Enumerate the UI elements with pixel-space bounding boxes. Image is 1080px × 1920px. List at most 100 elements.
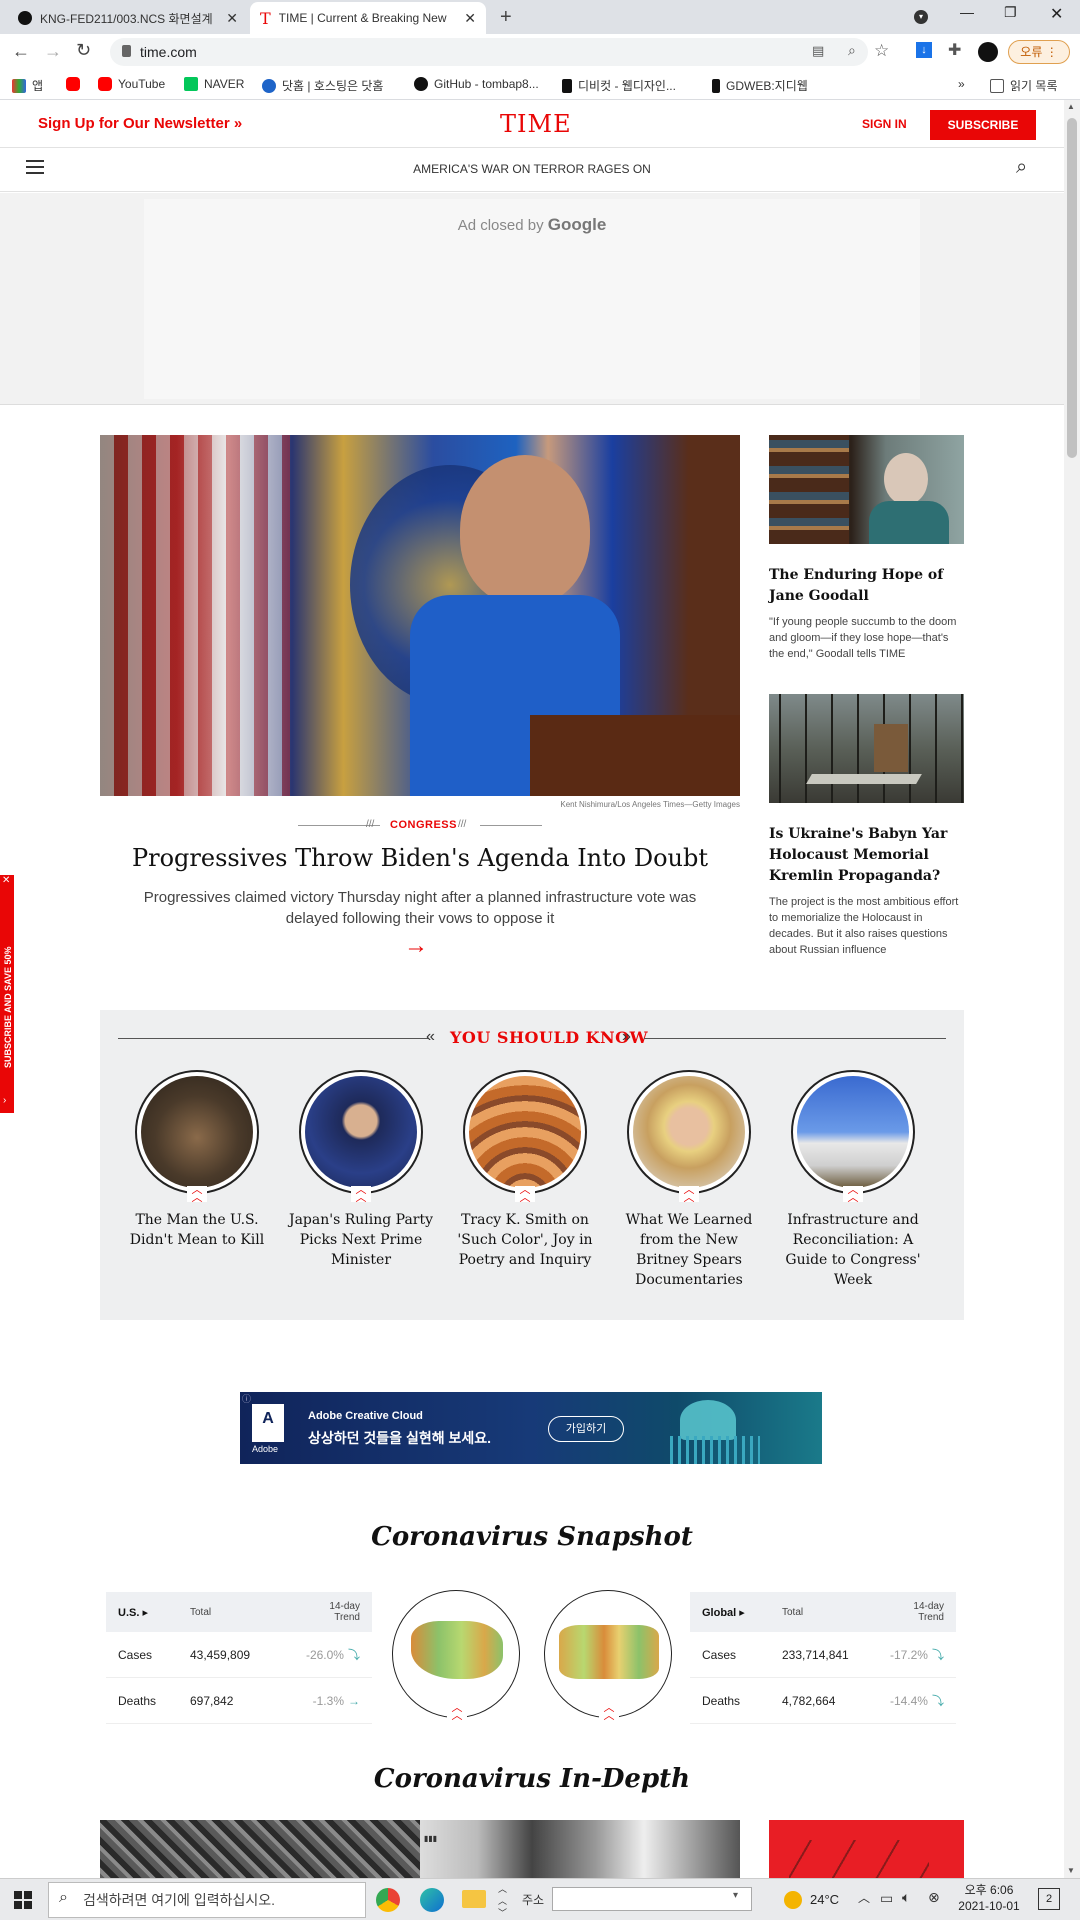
- newsletter-link[interactable]: Sign Up for Our Newsletter »: [38, 115, 242, 132]
- close-icon[interactable]: ✕: [2, 875, 10, 886]
- window-close-icon[interactable]: ✕: [1050, 4, 1063, 24]
- taskbar-scroll-icon[interactable]: ︿ ︿ ﹀: [498, 1883, 507, 1919]
- ad-info-icon[interactable]: ⓘ: [242, 1392, 251, 1405]
- story-thumbnail[interactable]: [627, 1070, 751, 1194]
- windows-taskbar: ⌕ 검색하려면 여기에 입력하십시오. ︿ ︿ ﹀ 주소 ▾ 24°C ︿ ▭ 🔈︎…: [0, 1878, 1080, 1920]
- bookmark-naver[interactable]: NAVER: [184, 77, 244, 91]
- bookmarks-overflow[interactable]: »: [958, 77, 965, 91]
- story-thumbnail[interactable]: [135, 1070, 259, 1194]
- bookmark-apps[interactable]: 앱: [12, 77, 43, 94]
- weather-temp[interactable]: 24°C: [810, 1892, 839, 1907]
- browser-tab-bar: KNG-FED211/003.NCS 화면설계 ✕ T TIME | Curre…: [0, 0, 1080, 34]
- tab-search-icon[interactable]: ▾: [914, 10, 928, 24]
- page-scrollbar[interactable]: ▲ ▼: [1064, 100, 1080, 1878]
- world-map-thumbnail[interactable]: [544, 1590, 672, 1718]
- sign-in-link[interactable]: SIGN IN: [862, 117, 907, 131]
- browser-tab-github[interactable]: KNG-FED211/003.NCS 화면설계 ✕: [8, 2, 248, 34]
- address-bar[interactable]: time.com ▤ ⌕: [110, 38, 868, 66]
- minimize-icon[interactable]: —: [960, 4, 974, 20]
- story-title[interactable]: The Man the U.S. Didn't Mean to Kill: [122, 1210, 272, 1250]
- subscribe-side-tab[interactable]: ✕ SUBSCRIBE AND SAVE 50% ›: [0, 875, 14, 1113]
- indepth-image[interactable]: [100, 1820, 420, 1878]
- indepth-image[interactable]: [769, 1820, 964, 1878]
- ad-cta-button[interactable]: 가입하기: [548, 1416, 624, 1442]
- story-thumbnail[interactable]: [791, 1070, 915, 1194]
- subscribe-button[interactable]: SUBSCRIBE: [930, 110, 1036, 140]
- us-link[interactable]: U.S. ▸: [118, 1606, 190, 1619]
- translate-icon[interactable]: ▤: [812, 43, 824, 59]
- us-map-thumbnail[interactable]: [392, 1590, 520, 1718]
- scroll-up-icon[interactable]: ▲: [1067, 102, 1075, 111]
- weather-sun-icon[interactable]: [784, 1891, 802, 1909]
- hero-image[interactable]: [100, 435, 740, 796]
- side-story-image[interactable]: [769, 435, 964, 544]
- search-icon[interactable]: ⌕: [1016, 156, 1027, 179]
- zoom-icon[interactable]: ⌕: [848, 42, 856, 59]
- close-tab-icon[interactable]: ✕: [464, 10, 476, 27]
- side-story-desc: "If young people succumb to the doom and…: [769, 616, 957, 660]
- clock[interactable]: 오후 6:06 2021-10-01: [954, 1882, 1024, 1914]
- bookmark-label: NAVER: [204, 77, 245, 91]
- time-logo[interactable]: TIME: [500, 110, 572, 138]
- story-title[interactable]: Tracy K. Smith on 'Such Color', Joy in P…: [450, 1210, 600, 1270]
- error-button[interactable]: 오류 ⋮: [1008, 40, 1070, 64]
- story-thumbnail[interactable]: [463, 1070, 587, 1194]
- taskbar-search-placeholder: 검색하려면 여기에 입력하십시오.: [83, 1892, 275, 1908]
- scroll-down-icon[interactable]: ▼: [1067, 1866, 1075, 1875]
- global-link[interactable]: Global ▸: [702, 1606, 782, 1619]
- tray-chevron-up-icon[interactable]: ︿: [858, 1889, 870, 1906]
- network-icon[interactable]: ▭: [880, 1890, 893, 1907]
- bookmark-dothome[interactable]: 닷홈 | 호스팅은 닷홈: [262, 77, 383, 94]
- chevron-down-icon[interactable]: ▾: [733, 1890, 738, 1901]
- youtube-icon: [98, 77, 112, 91]
- bookmark-gdweb[interactable]: GDWEB:지디웹: [712, 77, 808, 94]
- divider: [480, 825, 542, 826]
- table-header: Global ▸ Total 14-day Trend: [690, 1592, 956, 1632]
- chrome-icon[interactable]: [376, 1888, 400, 1912]
- bookmark-dbcut[interactable]: 디비컷 - 웹디자인...: [562, 77, 676, 94]
- address-toolbar-input[interactable]: ▾: [552, 1887, 752, 1911]
- extensions-icon[interactable]: ✚: [948, 40, 961, 60]
- bookmark-youtube-icon-only[interactable]: [66, 77, 86, 91]
- hero-headline[interactable]: Progressives Throw Biden's Agenda Into D…: [100, 842, 740, 874]
- table-region-label: U.S.: [118, 1606, 140, 1619]
- close-circle-icon[interactable]: ⊗: [928, 1889, 940, 1906]
- browser-tab-time[interactable]: T TIME | Current & Breaking New ✕: [250, 2, 486, 34]
- side-story-title[interactable]: Is Ukraine's Babyn Yar Holocaust Memoria…: [769, 824, 964, 887]
- reload-icon[interactable]: ↻: [76, 40, 91, 61]
- ticker-headline[interactable]: AMERICA'S WAR ON TERROR RAGES ON: [0, 162, 1064, 176]
- file-explorer-icon[interactable]: [462, 1890, 486, 1908]
- table-region-label: Global: [702, 1606, 737, 1619]
- notification-center-icon[interactable]: 2: [1038, 1888, 1060, 1910]
- back-icon[interactable]: ←: [12, 41, 30, 62]
- bookmark-github[interactable]: GitHub - tombap8...: [414, 77, 539, 91]
- new-tab-icon[interactable]: +: [500, 6, 512, 29]
- edge-icon[interactable]: [420, 1888, 444, 1912]
- story-title[interactable]: Infrastructure and Reconciliation: A Gui…: [778, 1210, 928, 1290]
- windows-start-icon[interactable]: [14, 1891, 32, 1909]
- arrow-right-icon[interactable]: →: [404, 932, 428, 960]
- side-story-image[interactable]: [769, 694, 964, 803]
- taskbar-search-box[interactable]: ⌕ 검색하려면 여기에 입력하십시오.: [48, 1882, 366, 1918]
- trend-down-icon: ⤵: [931, 1648, 944, 1662]
- download-extension-icon[interactable]: ↓: [916, 42, 932, 58]
- story-title[interactable]: Japan's Ruling Party Picks Next Prime Mi…: [286, 1210, 436, 1270]
- tree-trunks-pattern: [769, 694, 964, 803]
- bookmark-star-icon[interactable]: ☆: [874, 41, 889, 61]
- profile-avatar[interactable]: [978, 42, 998, 62]
- bookmark-youtube[interactable]: YouTube: [98, 77, 165, 91]
- scrollbar-thumb[interactable]: [1067, 118, 1077, 458]
- reading-list[interactable]: 읽기 목록: [990, 77, 1058, 94]
- restore-icon[interactable]: ❐: [1004, 4, 1017, 21]
- double-chevron-up-icon: ︿ ︿: [843, 1185, 863, 1204]
- story-thumbnail[interactable]: [299, 1070, 423, 1194]
- forward-icon[interactable]: →: [44, 41, 62, 62]
- volume-muted-icon[interactable]: 🔈︎: [902, 1889, 910, 1906]
- section-label[interactable]: CONGRESS: [390, 819, 457, 831]
- adobe-ad-banner[interactable]: A Adobe Adobe Creative Cloud 상상하던 것들을 실현…: [240, 1392, 822, 1464]
- indepth-image[interactable]: ▮▮▮: [420, 1820, 740, 1878]
- story-title[interactable]: What We Learned from the New Britney Spe…: [614, 1210, 764, 1290]
- side-story-title[interactable]: The Enduring Hope of Jane Goodall: [769, 565, 964, 607]
- close-tab-icon[interactable]: ✕: [226, 10, 238, 27]
- table-row: Deaths 4,782,664 -14.4% ⤵: [690, 1678, 956, 1724]
